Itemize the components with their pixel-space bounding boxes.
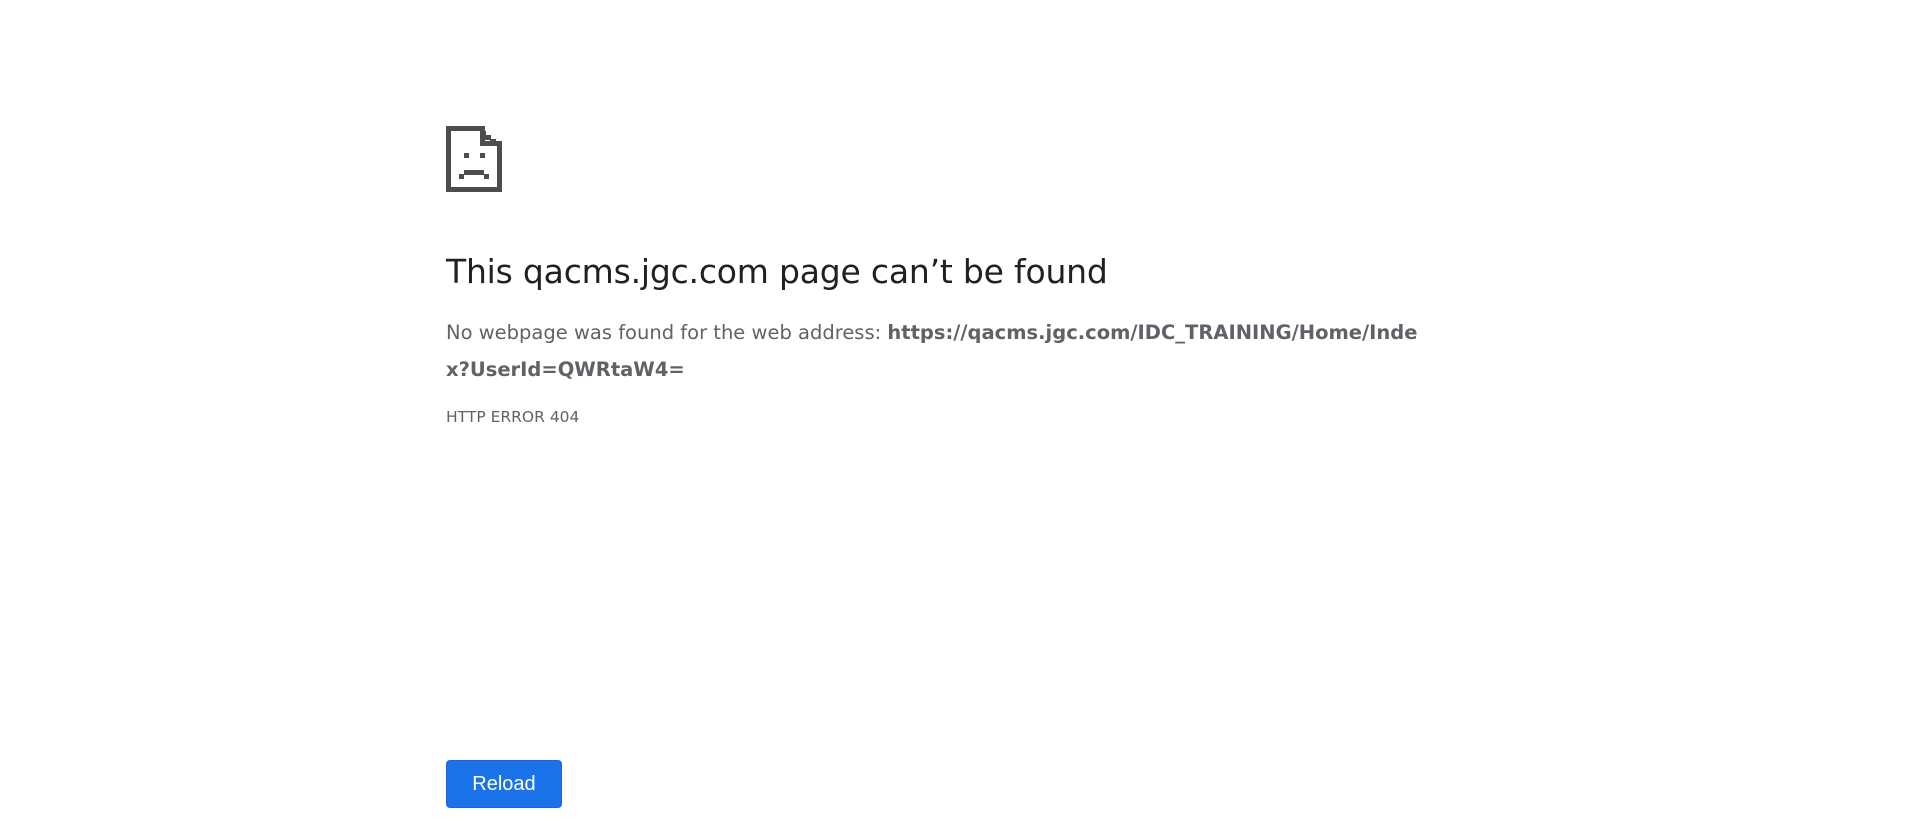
reload-button[interactable]: Reload <box>446 760 562 808</box>
description-prefix: No webpage was found for the web address… <box>446 321 888 344</box>
sad-page-icon <box>446 126 502 192</box>
error-page: This qacms.jgc.com page can’t be found N… <box>0 0 1920 837</box>
error-content: This qacms.jgc.com page can’t be found N… <box>446 126 1446 427</box>
page-title: This qacms.jgc.com page can’t be found <box>446 252 1108 291</box>
error-description: No webpage was found for the web address… <box>446 314 1436 388</box>
error-code: HTTP ERROR 404 <box>446 408 580 426</box>
